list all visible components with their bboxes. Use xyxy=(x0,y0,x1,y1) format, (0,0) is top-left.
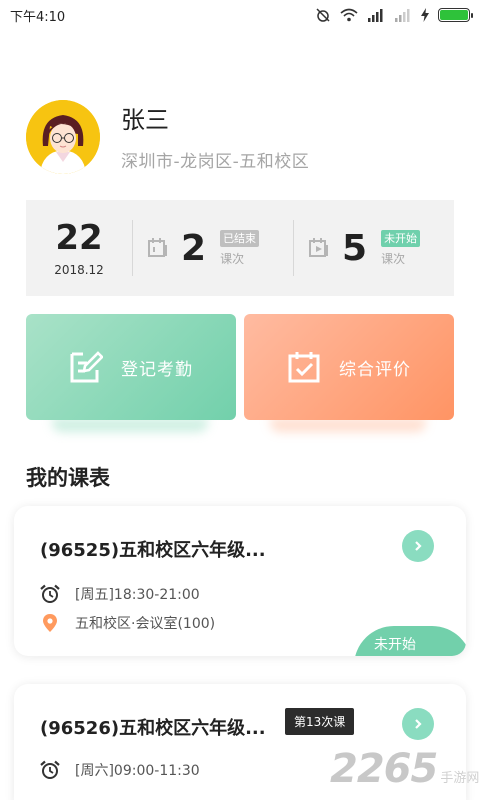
user-name: 张三 xyxy=(121,105,169,134)
pending-badge: 未开始 xyxy=(381,229,421,247)
course-title: (96526)五和校区六年级... xyxy=(40,718,266,739)
alarm-clock-icon xyxy=(40,760,60,779)
chevron-right-icon xyxy=(415,719,422,729)
course-location-row: 五和校区·会议室(100) xyxy=(40,613,215,633)
battery-icon xyxy=(438,8,473,22)
schedule-title: 我的课表 xyxy=(26,466,110,490)
watermark-number: 2265 xyxy=(330,746,438,792)
pending-unit: 课次 xyxy=(381,251,406,266)
location-pin-icon xyxy=(43,614,57,632)
course-location: 五和校区·会议室(100) xyxy=(75,616,216,632)
course-status-badge: 未开始 xyxy=(354,626,466,656)
evaluation-label: 综合评价 xyxy=(339,359,411,380)
course-time-row: [周六]09:00-11:30 xyxy=(40,760,200,780)
chevron-right-icon xyxy=(415,541,422,551)
attendance-label: 登记考勤 xyxy=(121,359,193,380)
lesson-number-badge: 第13次课 xyxy=(285,708,355,735)
date-month: 2018.12 xyxy=(54,263,104,277)
watermark-text: 手游网 xyxy=(440,771,480,786)
calendar-check-icon xyxy=(288,352,320,383)
pending-lessons-stat[interactable]: 5 未开始 课次 xyxy=(294,228,454,269)
course-time-row: [周五]18:30-21:00 xyxy=(40,584,200,604)
attendance-button[interactable]: 登记考勤 xyxy=(26,314,236,420)
course-card[interactable]: (96525)五和校区六年级... [周五]18:30-21:00 五和校区·会… xyxy=(14,506,466,656)
finished-count: 2 xyxy=(181,227,207,269)
finished-lessons-stat[interactable]: 2 已结束 课次 xyxy=(133,228,293,269)
card-shadow xyxy=(270,418,426,432)
watermark: 2265 手游网 xyxy=(330,746,479,792)
finished-badge: 已结束 xyxy=(220,229,260,247)
course-time: [周六]09:00-11:30 xyxy=(75,763,200,779)
date-day: 22 xyxy=(55,218,103,258)
finished-unit: 课次 xyxy=(220,251,245,266)
course-detail-button[interactable] xyxy=(402,708,434,740)
wifi-icon xyxy=(340,8,358,22)
alarm-clock-icon xyxy=(40,584,60,603)
alarm-off-icon xyxy=(316,8,330,22)
signal-icon xyxy=(368,9,383,22)
calendar-check-icon xyxy=(148,238,167,257)
profile-header: 张三 深圳市-龙岗区-五和校区 xyxy=(26,100,309,174)
course-detail-button[interactable] xyxy=(402,530,434,562)
user-school: 深圳市-龙岗区-五和校区 xyxy=(121,151,310,172)
charging-icon xyxy=(421,8,429,22)
checklist-edit-icon xyxy=(70,351,103,383)
course-title: (96525)五和校区六年级... xyxy=(40,540,266,561)
evaluation-button[interactable]: 综合评价 xyxy=(244,314,454,420)
course-time: [周五]18:30-21:00 xyxy=(75,587,200,603)
signal-weak-icon xyxy=(395,9,410,22)
calendar-play-icon xyxy=(309,238,328,257)
pending-count: 5 xyxy=(342,227,368,269)
card-shadow xyxy=(52,418,208,432)
stats-panel: 22 2018.12 2 已结束 课次 5 未开始 课次 xyxy=(26,200,454,296)
status-icons xyxy=(315,7,473,23)
status-time: 下午4:10 xyxy=(10,9,66,25)
date-block: 22 2018.12 xyxy=(26,219,132,277)
avatar[interactable] xyxy=(26,100,100,174)
status-bar: 下午4:10 xyxy=(0,0,480,30)
